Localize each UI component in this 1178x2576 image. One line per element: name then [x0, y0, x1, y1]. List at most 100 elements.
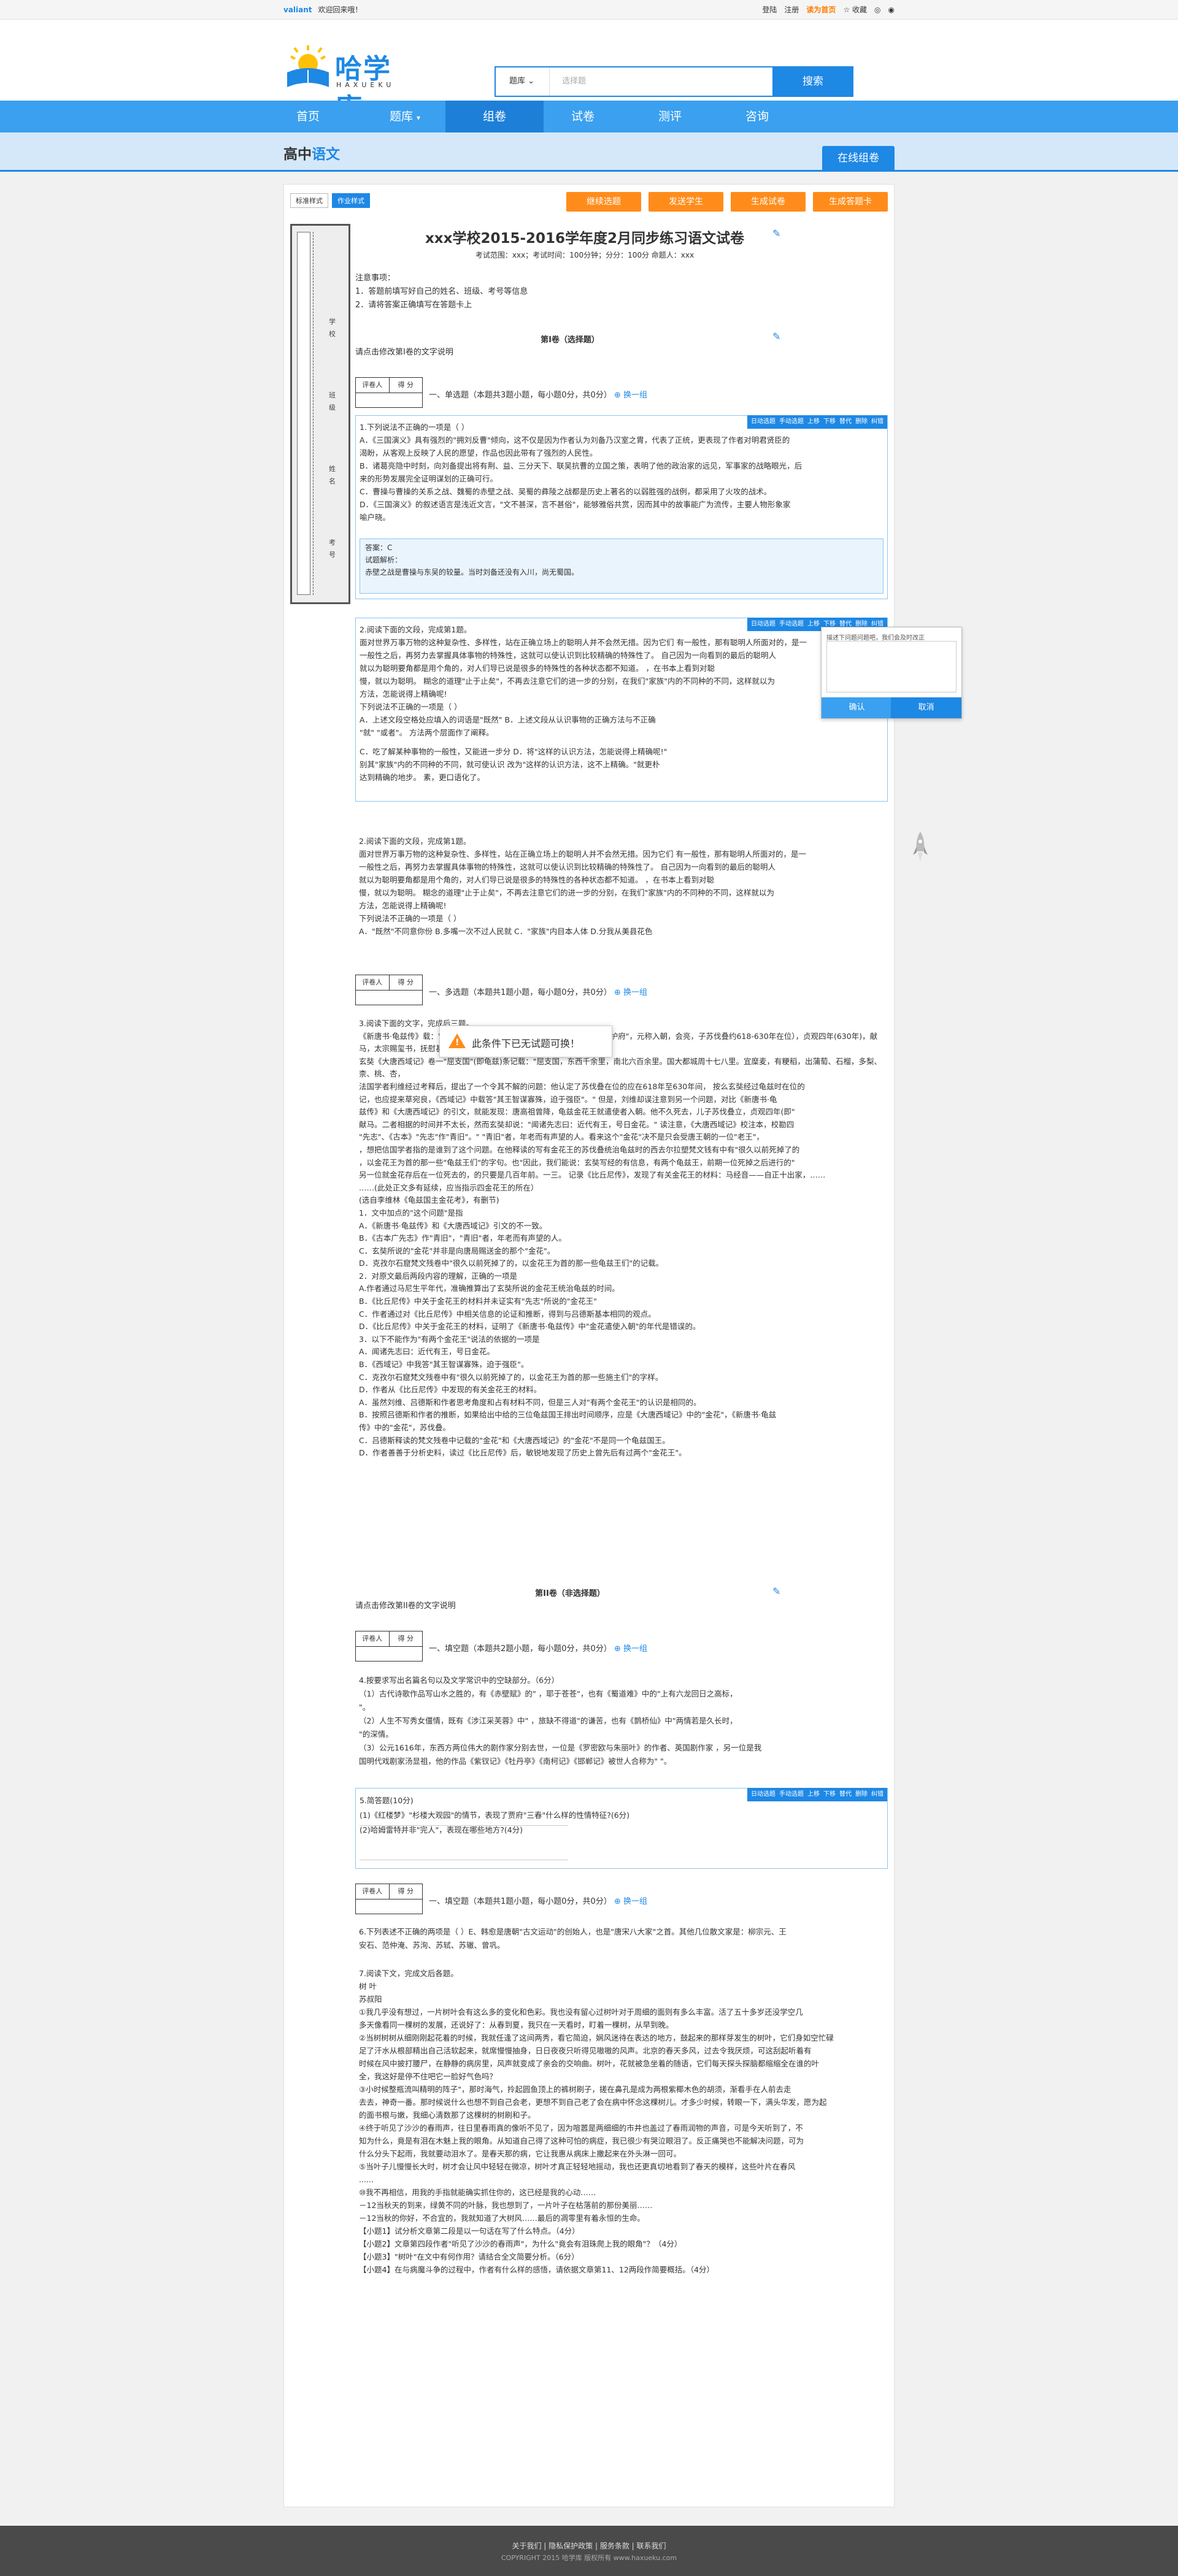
question-group-header: 一、填空题（本题共1题小题，每小题0分，共0分） ⊕ 换一组: [429, 1895, 647, 1906]
question-text[interactable]: 4.按要求写出名篇名句以及文学常识中的空缺部分。（6分） （1）古代诗歌作品写山…: [359, 1674, 887, 1768]
question-line: －12当秋的你好，不合宜的，我就知道了大树风……最后的凋零里有着永恒的生命。: [359, 2214, 645, 2223]
site-logo[interactable]: 哈学库 HAXUEKU: [283, 43, 418, 124]
question-line: 3．以下不能作为"有两个金花王"说法的依据的一项是: [359, 1334, 540, 1344]
toast-text: 此条件下已无试题可换！: [472, 1038, 580, 1049]
paper-info[interactable]: 考试范围：xxx；考试时间：100分钟；分分：100分 命题人：xxx: [370, 250, 799, 260]
notes-line: 注意事项：: [355, 274, 396, 283]
username[interactable]: valiant: [283, 6, 312, 14]
search-bar: 题库 ⌄ 选择题 搜索: [495, 66, 853, 97]
question-line: 1.下列说法不正确的一项是（ ）: [360, 423, 469, 432]
search-category-select[interactable]: 题库 ⌄: [496, 67, 550, 96]
question-line: (1)《红楼梦》"杉楼大观园"的情节，表现了贾府"三春"什么样的性情特征?(6分…: [360, 1811, 630, 1820]
exam-notes[interactable]: 注意事项： 1．答题前填写好自己的姓名、班级、考号等信息 2．请将答案正确填写在…: [355, 272, 528, 312]
search-input[interactable]: 选择题: [562, 67, 586, 96]
favorite-label: 收藏: [852, 6, 868, 14]
change-group-label: 换一组: [623, 988, 648, 997]
edit-icon[interactable]: ✎: [772, 331, 783, 342]
footer-links[interactable]: 关于我们 | 隐私保护政策 | 服务条款 | 联系我们: [0, 2540, 1178, 2551]
question-line: 树 叶: [359, 1982, 377, 1991]
question-line: 献马。二者相据的时间并不太长，然而玄奘却说："闻诸先志曰：近代有王，号日金花。"…: [359, 1119, 795, 1129]
question-text[interactable]: 3.阅读下面的文字，完成后三题。 《新唐书·龟兹传》载："龟兹……以龟兹王为龟兹…: [359, 1018, 887, 1460]
question-line: B．按照吕德斯和作者的推断，如果给出中给的三位龟兹国王排出时间顺序，应是《大唐西…: [359, 1410, 777, 1420]
section-2-tip[interactable]: 请点击修改第II卷的文字说明: [355, 1599, 456, 1611]
question-line: 全，我这好是停不住吧它一脸好气色吗？: [359, 2072, 498, 2081]
edit-icon[interactable]: ✎: [772, 1585, 783, 1597]
change-group-link[interactable]: ⊕ 换一组: [614, 391, 647, 400]
question-line: B．诸葛亮隐中时刻，向刘备提出将有荆、益、三分天下、联吴抗曹的立国之策，表明了他…: [360, 461, 803, 470]
nav-question-bank[interactable]: 题库 ▾: [356, 101, 454, 132]
login-link[interactable]: 登陆: [762, 0, 777, 20]
question-line: C．玄奘所说的"金花"并非是向唐局赐送金的那个"金花"。: [359, 1246, 555, 1255]
online-compose-button[interactable]: 在线组卷: [822, 146, 895, 171]
set-homepage-link[interactable]: 读为首页: [806, 0, 836, 20]
question-line: 什么分头下起雨，我就要动泪水了。是春天那的病，它让我惠从病床上撒起来在外头淋一回…: [359, 2149, 682, 2158]
score-box-score: 得 分: [398, 978, 414, 986]
question-line: 6.下列表述不正确的两项是（ ）E、韩愈是唐朝"古文运动"的创始人，也是"唐宋八…: [359, 1927, 787, 1936]
group-header-text: 一、单选题（本题共3题小题，每小题0分，共0分）: [429, 391, 612, 400]
wechat-icon[interactable]: ◉: [888, 0, 895, 20]
question-card[interactable]: 日动选题 手动选题 上移 下移 替代 删除 纠错 2.阅读下面的文段，完成第1题。 面对世界…: [355, 618, 888, 802]
nav-news[interactable]: 咨询: [708, 101, 806, 132]
question-line: （3）公元1616年，东西方两位伟大的剧作家分别去世，一位是《罗密欧与朱丽叶》的…: [359, 1743, 762, 1752]
change-group-link[interactable]: ⊕ 换一组: [614, 1897, 647, 1906]
edit-icon[interactable]: ✎: [772, 228, 783, 239]
binding-line-area: 学 校 班 级 姓 名 考 号: [290, 224, 350, 604]
question-text[interactable]: 2.阅读下面的文段，完成第1题。 面对世界万事万物的这种复杂性、多样性，站在正确…: [359, 835, 887, 938]
question-line: 面对世界万事万物的这种复杂性、多样性，站在正确立场上的聪明人并不会然无措。因为它…: [360, 638, 807, 647]
nav-home[interactable]: 首页: [259, 101, 357, 132]
dialog-confirm-button[interactable]: 确认: [822, 697, 892, 718]
paper-title[interactable]: xxx学校2015-2016学年度2月同步练习语文试卷: [370, 226, 799, 247]
generate-paper-button[interactable]: 生成试卷: [731, 192, 806, 212]
question-line: 【小题1】试分析文章第二段是以一句话在写了什么特点。（4分）: [359, 2226, 580, 2236]
question-text[interactable]: 6.下列表述不正确的两项是（ ）E、韩愈是唐朝"古文运动"的创始人，也是"唐宋八…: [359, 1925, 887, 1952]
section-1-tip[interactable]: 请点击修改第I卷的文字说明: [355, 345, 453, 357]
search-category-label: 题库: [509, 77, 526, 86]
send-students-button[interactable]: 发送学生: [649, 192, 723, 212]
question-line: 【小题2】文章第四段作者"听见了沙沙的春雨声"，为什么"竟会有泪珠爬上我的眼角"…: [359, 2239, 682, 2248]
answer-line: 答案：C: [365, 543, 393, 552]
subject-label: 语文: [312, 147, 340, 163]
question-group-header: 一、填空题（本题共2题小题，每小题0分，共0分） ⊕ 换一组: [429, 1642, 647, 1654]
weibo-icon[interactable]: ◎: [874, 0, 880, 20]
favorite-link[interactable]: ☆ 收藏: [843, 0, 867, 20]
question-line: 一般性之后，再努力去掌握具体事物的特殊性，这就可以使认识到比较精确的特殊性了。 …: [359, 862, 776, 872]
chevron-down-icon: ⌄: [528, 77, 535, 86]
nav-compose[interactable]: 组卷: [445, 101, 544, 132]
notes-line: 1．答题前填写好自己的姓名、班级、考号等信息: [355, 287, 528, 296]
logo-icon: [287, 45, 329, 87]
question-line: C．作者通过对《比丘尼传》中相关信息的论证和推断，得到与吕德斯基本相同的观点。: [359, 1309, 656, 1319]
question-line: A．闻诸先志曰：近代有王，号日金花。: [359, 1347, 495, 1357]
question-text: 5.简答题(10分) (1)《红楼梦》"杉楼大观园"的情节，表现了贾府"三春"什…: [360, 1793, 881, 1838]
tab-standard-style[interactable]: 标准样式: [290, 193, 328, 208]
question-line: C．曹操与曹操的关系之战、魏蜀的赤壁之战、吴蜀的彝陵之战都是历史上著名的以弱胜强…: [360, 487, 772, 496]
register-link[interactable]: 注册: [784, 0, 799, 20]
question-line: 下列说法不正确的一项是（ ）: [359, 914, 461, 923]
nav-assessment[interactable]: 测评: [621, 101, 719, 132]
change-group-link[interactable]: ⊕ 换一组: [614, 1644, 647, 1654]
tab-homework-style[interactable]: 作业样式: [332, 193, 370, 208]
generate-answer-card-button[interactable]: 生成答题卡: [813, 192, 888, 212]
question-line: 国明代戏剧家汤显祖，他的作品《紫钗记》《牡丹亭》《南柯记》《邯郸记》被世人合称为…: [359, 1757, 672, 1766]
question-text[interactable]: 7.阅读下文，完成文后各题。 树 叶 苏叔阳 ①我几乎没有想过，一片树叶会有这么…: [359, 1967, 887, 2276]
dialog-textarea[interactable]: [826, 641, 957, 692]
chevron-down-icon: ▾: [417, 113, 421, 122]
question-card[interactable]: 日动选题 手动选题 上移 下移 替代 删除 纠错 1.下列说法不正确的一项是（ ） A．《三…: [355, 415, 888, 599]
answer-line: 试题解析：: [365, 556, 402, 564]
question-card[interactable]: 日动选题 手动选题 上移 下移 替代 删除 纠错 5.简答题(10分) (1)《红楼梦》"杉…: [355, 1788, 888, 1869]
question-group-header: 一、多选题（本题共1题小题，每小题0分，共0分） ⊕ 换一组: [429, 986, 647, 997]
question-line: B．《比丘尼传》中关于金花王的材料并未证实有"先志"所说的"金花王": [359, 1297, 597, 1306]
top-bar: valiant 欢迎回来哦！ 登陆 注册 读为首页 ☆ 收藏 ◎ ◉: [0, 0, 1178, 20]
question-line: 去去，神奇一番。那时候说什么也想不到自己会老，更想不到自己老了会在病中怀念这棵树…: [359, 2098, 827, 2107]
dialog-cancel-button[interactable]: 取消: [891, 697, 961, 718]
question-line: ……(此处正文多有延续，应当指示四金花王的所在）: [359, 1183, 539, 1192]
continue-select-button[interactable]: 继续选题: [566, 192, 641, 212]
group-header-text: 一、填空题（本题共2题小题，每小题0分，共0分）: [429, 1644, 612, 1654]
change-group-link[interactable]: ⊕ 换一组: [614, 988, 647, 997]
question-line: D．克孜尔石窟梵文残卷中"很久以前死掉了的，以金花王为首的那一些龟兹王们"的记载…: [359, 1259, 664, 1268]
search-button[interactable]: 搜索: [772, 66, 853, 97]
back-to-top-icon[interactable]: [913, 830, 928, 865]
change-group-label: 换一组: [623, 1644, 648, 1654]
section-1-title[interactable]: 第I卷（选择题）: [355, 333, 785, 345]
nav-papers[interactable]: 试卷: [534, 101, 632, 132]
section-2-title[interactable]: 第II卷（非选择题）: [355, 1587, 785, 1598]
